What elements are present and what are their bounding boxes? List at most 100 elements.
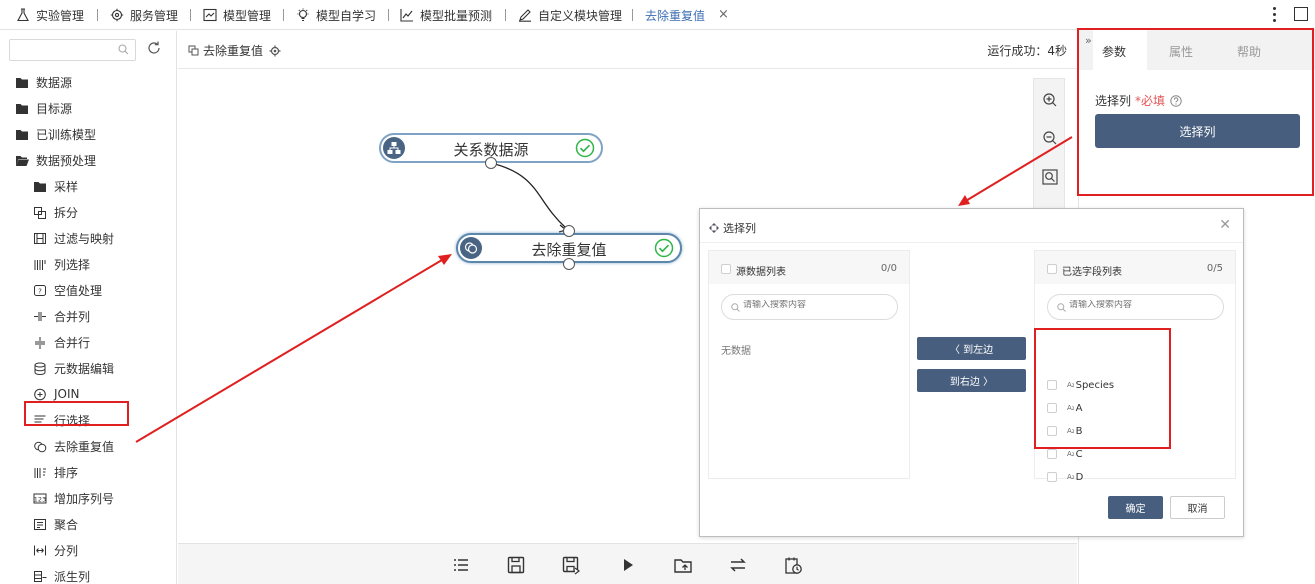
sidebar-item[interactable]: 数据预处理 <box>15 150 96 170</box>
list-icon[interactable] <box>451 555 471 575</box>
save-icon[interactable] <box>506 555 526 575</box>
sidebar-item[interactable]: 排序 <box>33 462 78 482</box>
merge-column-icon <box>34 311 46 321</box>
select-all-checkbox[interactable] <box>1047 264 1057 274</box>
more-menu-icon[interactable] <box>1273 7 1277 23</box>
schedule-icon[interactable] <box>783 555 803 575</box>
chart-card-icon <box>203 8 217 22</box>
sidebar-item[interactable]: 过滤与映射 <box>33 228 114 248</box>
output-port[interactable] <box>485 157 497 169</box>
sidebar-item[interactable]: 派生列 <box>33 566 90 584</box>
sidebar-search[interactable] <box>9 39 136 61</box>
tab-close-icon[interactable]: × <box>718 7 729 22</box>
nav-batch-prediction[interactable]: 模型批量预测 <box>400 0 492 30</box>
select-all-checkbox[interactable] <box>721 264 731 274</box>
zoom-toolbar <box>1033 78 1065 210</box>
settings-icon[interactable] <box>269 45 281 57</box>
folder-icon <box>16 129 28 140</box>
sidebar-item[interactable]: 采样 <box>33 176 78 196</box>
string-type-icon: A₂ <box>1067 450 1075 458</box>
split-column-icon <box>34 545 46 555</box>
sidebar-search-input[interactable] <box>10 40 110 60</box>
zoom-out-icon[interactable] <box>1042 130 1058 146</box>
confirm-button[interactable]: 确定 <box>1108 496 1163 519</box>
selected-list-header: 已选字段列表 0/5 <box>1035 251 1235 284</box>
string-type-icon: A₂ <box>1067 473 1075 481</box>
run-icon[interactable] <box>618 555 638 575</box>
sidebar-item-label: JOIN <box>54 387 80 401</box>
search-icon[interactable] <box>118 44 129 55</box>
sidebar-item-label: 合并行 <box>54 335 91 350</box>
swap-icon[interactable] <box>728 555 748 575</box>
output-port[interactable] <box>563 258 575 270</box>
field-row[interactable]: A₂ D <box>1047 470 1083 484</box>
sidebar-item[interactable]: 分列 <box>33 540 78 560</box>
nav-experiment-management[interactable]: 实验管理 <box>16 0 84 30</box>
success-check-icon <box>654 238 674 258</box>
sidebar-item-label: 聚合 <box>54 517 79 532</box>
source-search[interactable] <box>721 294 898 320</box>
success-check-icon <box>575 138 595 158</box>
sidebar-item-label: 增加序列号 <box>54 491 115 506</box>
dialog-title-text: 选择列 <box>723 222 756 235</box>
nav-custom-module-management[interactable]: 自定义模块管理 <box>518 0 622 30</box>
field-checkbox[interactable] <box>1047 449 1057 459</box>
selected-list-title: 已选字段列表 <box>1062 267 1122 278</box>
folder-icon <box>16 103 28 114</box>
selected-search-input[interactable] <box>1069 300 1219 310</box>
source-list-count: 0/0 <box>880 263 897 274</box>
nav-separator <box>632 9 633 21</box>
cancel-button[interactable]: 取消 <box>1170 496 1225 519</box>
tab-active-dedupe[interactable]: 去除重复值 <box>645 0 705 30</box>
nav-service-management[interactable]: 服务管理 <box>110 0 178 30</box>
maximize-icon[interactable] <box>1294 7 1308 21</box>
sidebar-item-label: 元数据编辑 <box>54 361 115 376</box>
sidebar-item-label: 已训练模型 <box>36 127 97 142</box>
sidebar-item[interactable]: 合并行 <box>33 332 90 352</box>
sidebar-item-label: 排序 <box>54 465 79 480</box>
save-as-icon[interactable] <box>561 555 581 575</box>
sidebar-item[interactable]: 元数据编辑 <box>33 358 114 378</box>
sidebar-item[interactable]: 拆分 <box>33 202 78 222</box>
refresh-icon[interactable] <box>146 40 162 56</box>
selected-search[interactable] <box>1047 294 1224 320</box>
field-row[interactable]: A₂ C <box>1047 447 1083 461</box>
sidebar-item-label: 目标源 <box>36 101 73 116</box>
sidebar-item-label: 数据源 <box>36 75 73 90</box>
field-checkbox[interactable] <box>1047 472 1057 482</box>
dialog-close-icon[interactable]: ✕ <box>1219 217 1231 233</box>
nav-model-management[interactable]: 模型管理 <box>203 0 271 30</box>
nav-model-self-learning[interactable]: 模型自学习 <box>296 0 376 30</box>
zoom-fit-icon[interactable] <box>1042 169 1058 185</box>
source-list-panel: 源数据列表 0/0 无数据 <box>708 250 910 479</box>
sidebar-item[interactable]: 列选择 <box>33 254 90 274</box>
source-search-input[interactable] <box>743 300 893 310</box>
sidebar-item[interactable]: 已训练模型 <box>15 124 96 144</box>
sidebar-item[interactable]: 数据源 <box>15 72 72 92</box>
bulb-icon <box>297 8 309 22</box>
move-left-button[interactable]: 〈 到左边 <box>917 337 1026 360</box>
input-port[interactable] <box>563 225 575 237</box>
sidebar-item-label: 空值处理 <box>54 283 103 298</box>
field-name: C <box>1075 448 1083 460</box>
sidebar-item[interactable]: 聚合 <box>33 514 78 534</box>
svg-text:?: ? <box>38 287 42 295</box>
sidebar-item[interactable]: 目标源 <box>15 98 72 118</box>
database-icon <box>34 362 46 375</box>
folder-upload-icon[interactable] <box>673 555 693 575</box>
node-label: 去除重复值 <box>531 241 607 259</box>
filter-map-icon <box>34 232 46 244</box>
aggregate-icon <box>34 518 46 530</box>
search-icon <box>731 303 740 312</box>
sidebar-item[interactable]: ? 空值处理 <box>33 280 102 300</box>
sidebar-item[interactable]: 去除重复值 <box>33 436 114 456</box>
sort-icon <box>34 467 46 478</box>
bottom-toolbar <box>178 543 1077 584</box>
zoom-in-icon[interactable] <box>1042 92 1058 108</box>
move-right-button[interactable]: 到右边 〉 <box>917 369 1026 392</box>
dialog-divider <box>700 242 1243 243</box>
sidebar-item[interactable]: 合并列 <box>33 306 90 326</box>
move-icon <box>709 223 719 233</box>
gear-service-icon <box>110 8 124 22</box>
sidebar-item[interactable]: 123 增加序列号 <box>33 488 114 508</box>
